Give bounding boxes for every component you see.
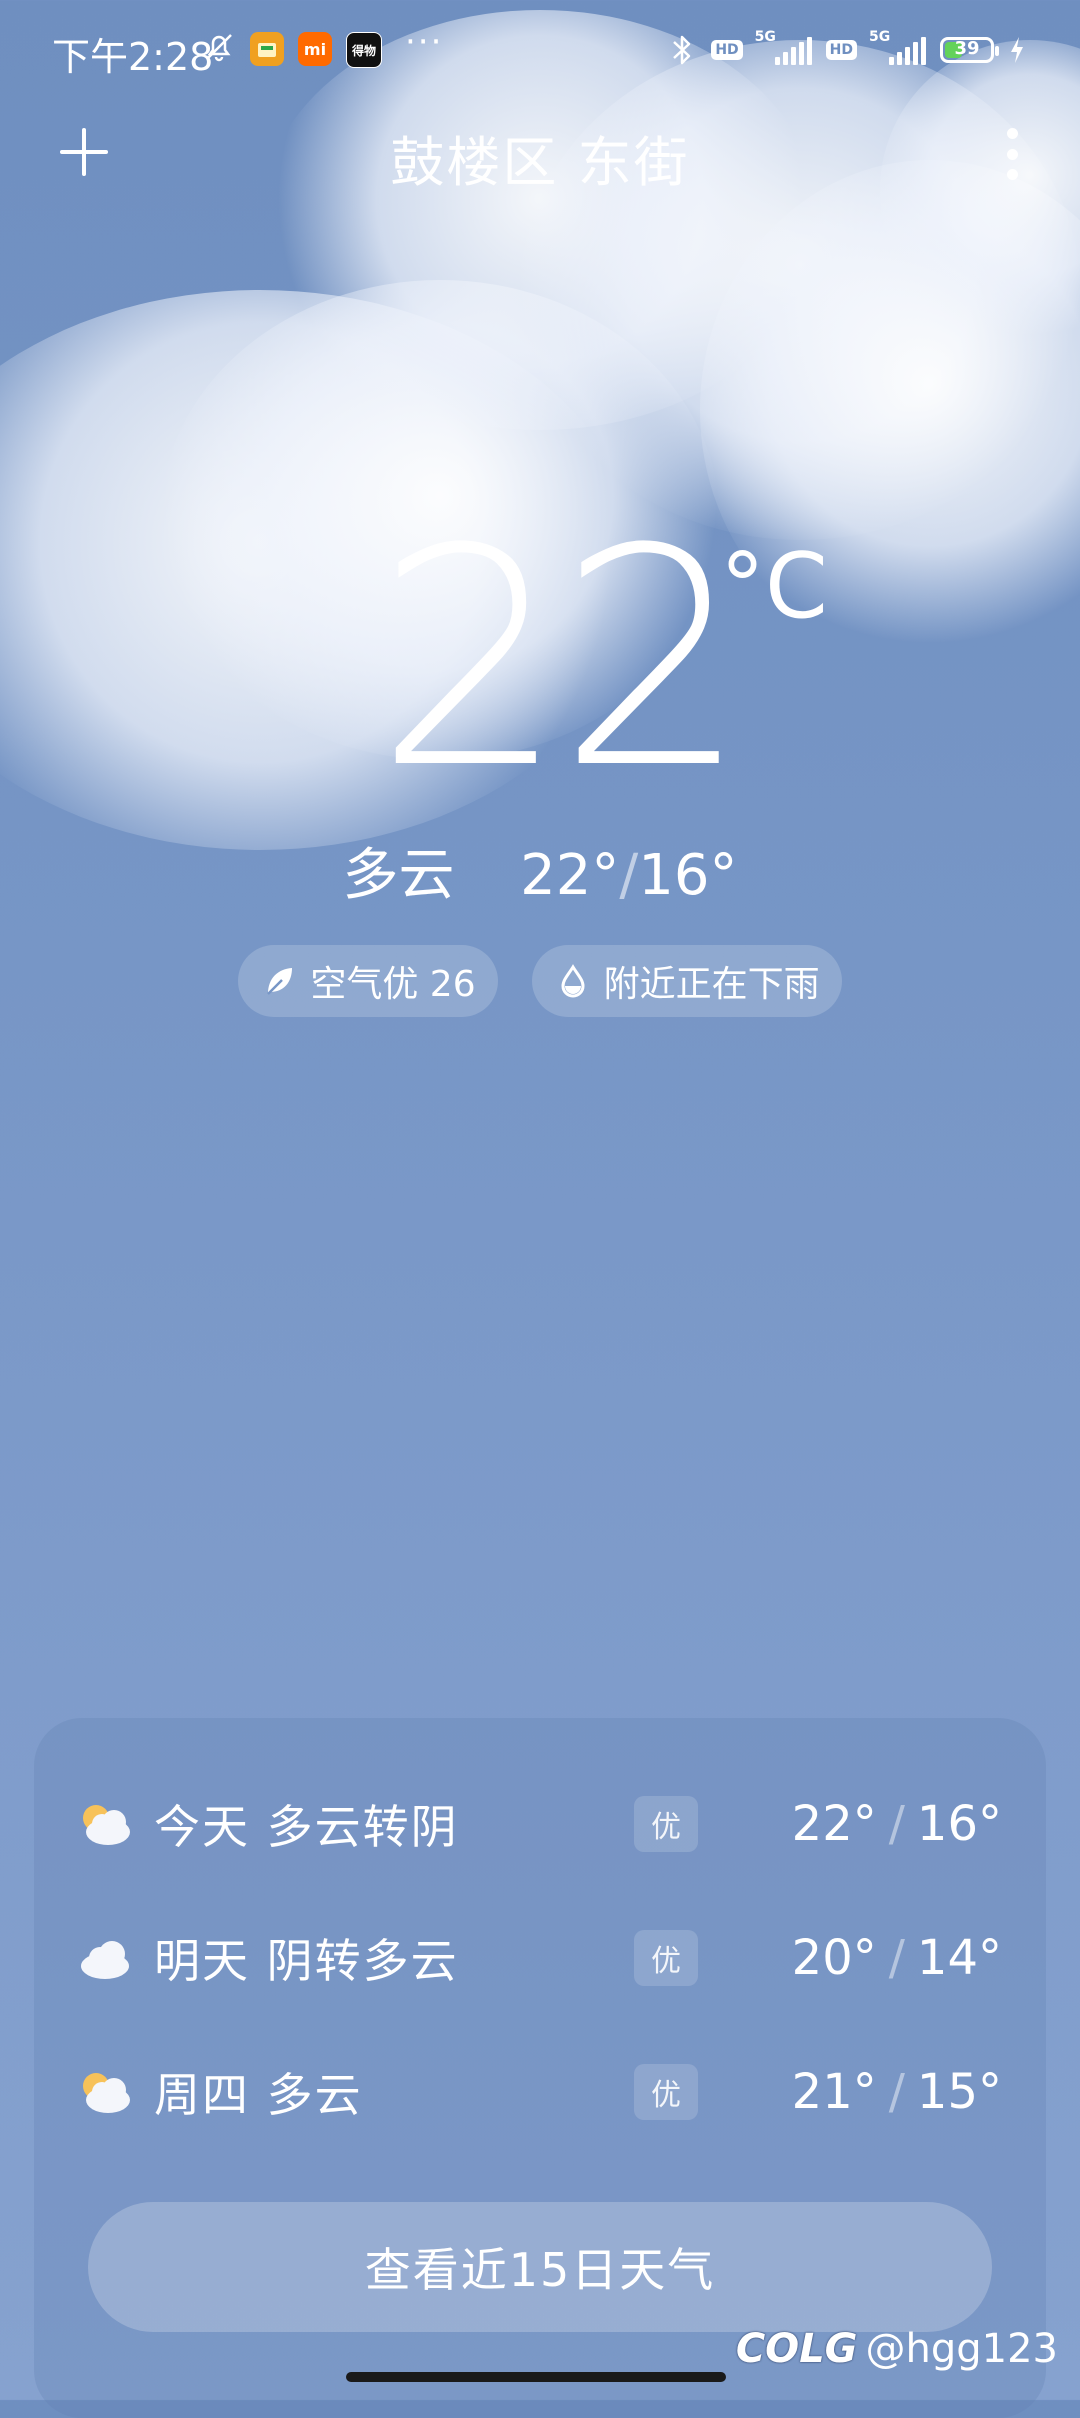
- air-quality-badge: 优: [634, 1930, 698, 1986]
- signal-5g-icon-1: 5G: [755, 29, 812, 65]
- watermark-brand: COLG: [735, 2326, 858, 2372]
- watermark-user: @hgg123: [865, 2326, 1058, 2372]
- air-quality-badge: 优: [634, 1796, 698, 1852]
- status-bar: 下午2:28 mi 得物 ··· HD 5G HD 5G 39: [0, 0, 1080, 100]
- dewu-app-icon: 得物: [346, 32, 382, 68]
- forecast-high: 21°: [791, 2064, 877, 2120]
- forecast-row-thursday[interactable]: 周四 多云 优 21°/15°: [34, 2042, 1046, 2142]
- status-time: 下午2:28: [52, 35, 214, 79]
- current-temperature: 22: [375, 485, 749, 834]
- forecast-day-label: 明天 阴转多云: [154, 1934, 459, 1988]
- forecast-row-tomorrow[interactable]: 明天 阴转多云 优 20°/14°: [34, 1908, 1046, 2008]
- bluetooth-icon: [673, 35, 691, 65]
- forecast-low: 14°: [916, 1930, 1002, 1986]
- hd-badge-2: HD: [825, 40, 857, 60]
- signal-5g-label-1: 5G: [754, 29, 776, 45]
- hd-badge-1: HD: [711, 40, 743, 60]
- battery-icon: 39: [940, 37, 999, 63]
- partly-cloudy-icon: [83, 1805, 130, 1845]
- forecast-high: 20°: [791, 1930, 877, 1986]
- forecast-day-label: 周四 多云: [154, 2068, 363, 2122]
- current-high: 22°: [520, 843, 620, 908]
- status-right-cluster: HD 5G HD 5G 39: [667, 28, 1026, 72]
- mi-app-label: mi: [303, 39, 327, 59]
- partly-cloudy-icon: [83, 2073, 130, 2113]
- forecast-low: 15°: [916, 2064, 1002, 2120]
- info-pills: 空气优 26 附近正在下雨: [0, 945, 1080, 1017]
- high-low-separator: /: [619, 843, 639, 908]
- forecast-card: 今天 多云转阴 优 22°/16° 明天 阴转多云 优 20°/14° 周四 多…: [34, 1718, 1046, 2418]
- bell-muted-icon: [202, 30, 236, 64]
- signal-5g-label-2: 5G: [869, 29, 891, 45]
- current-low: 16°: [638, 843, 738, 908]
- forecast-temp-range: 21°/15°: [792, 2064, 1002, 2120]
- charging-bolt-icon: [1011, 37, 1023, 63]
- air-quality-pill[interactable]: 空气优 26: [238, 945, 498, 1017]
- forecast-low: 16°: [916, 1796, 1002, 1852]
- rain-nearby-label: 附近正在下雨: [603, 964, 820, 1005]
- forecast-separator: /: [888, 1796, 905, 1852]
- home-indicator[interactable]: [346, 2372, 726, 2382]
- air-quality-label: 空气优 26: [310, 964, 476, 1005]
- dewu-app-label: 得物: [351, 43, 376, 58]
- current-temperature-block: 22 °C: [0, 485, 1080, 834]
- signal-5g-icon-2: 5G: [869, 29, 926, 65]
- mi-app-icon: mi: [298, 32, 332, 66]
- location-title[interactable]: 鼓楼区 东街: [0, 118, 1080, 197]
- more-notifications-icon: ···: [405, 22, 444, 62]
- watermark: COLG @hgg123: [736, 2326, 1058, 2372]
- more-menu-button[interactable]: [1004, 128, 1020, 180]
- current-condition: 多云: [342, 843, 455, 908]
- battery-percent: 39: [954, 38, 980, 59]
- forecast-separator: /: [888, 1930, 905, 1986]
- current-condition-line: 多云 22°/16°: [0, 830, 1080, 911]
- cloudy-icon: [81, 1941, 129, 1979]
- raindrop-icon: [561, 964, 585, 998]
- forecast-high: 22°: [791, 1796, 877, 1852]
- forecast-temp-range: 22°/16°: [792, 1796, 1002, 1852]
- view-15-day-forecast-button[interactable]: 查看近15日天气: [88, 2202, 992, 2332]
- forecast-separator: /: [888, 2064, 905, 2120]
- forecast-row-today[interactable]: 今天 多云转阴 优 22°/16°: [34, 1774, 1046, 1874]
- air-quality-badge: 优: [634, 2064, 698, 2120]
- rain-nearby-pill[interactable]: 附近正在下雨: [531, 945, 842, 1017]
- temperature-unit: °C: [720, 534, 828, 639]
- forecast-day-label: 今天 多云转阴: [154, 1800, 459, 1854]
- app-icon-1: [250, 32, 284, 66]
- leaf-icon: [267, 968, 293, 995]
- forecast-temp-range: 20°/14°: [792, 1930, 1002, 1986]
